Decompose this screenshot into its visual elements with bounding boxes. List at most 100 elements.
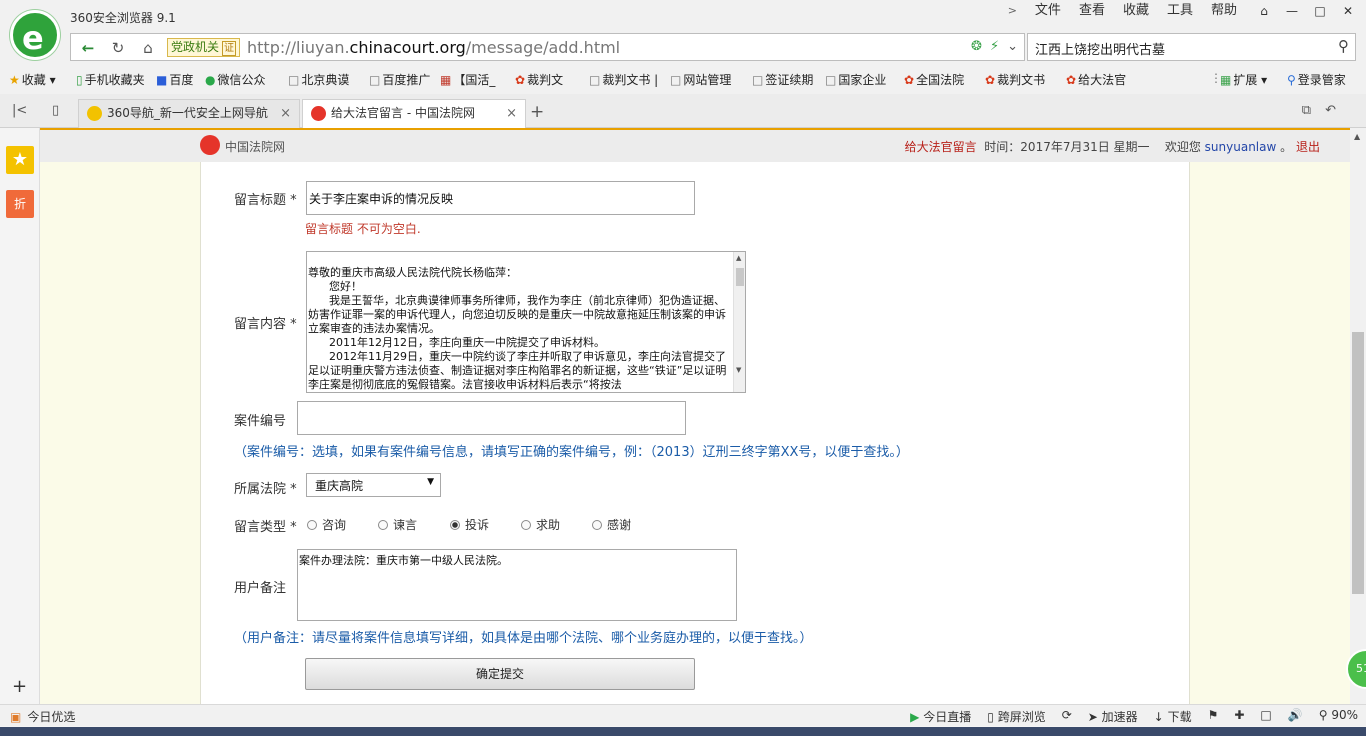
download-button[interactable]: ↓ 下载: [1154, 708, 1192, 725]
scroll-thumb: [1352, 332, 1364, 594]
browser-logo-icon[interactable]: e: [10, 10, 60, 60]
menu-help[interactable]: 帮助: [1202, 3, 1246, 19]
page-content: 中国法院网 给大法官留言 时间：2017年7月31日 星期一 欢迎您 sunyu…: [40, 128, 1350, 704]
submit-button[interactable]: 确定提交: [305, 658, 695, 690]
search-user-icon: ⚲: [1287, 73, 1296, 87]
site-name[interactable]: 中国法院网: [225, 138, 285, 155]
accelerator-button[interactable]: ➤ 加速器: [1088, 708, 1138, 725]
remark-textarea[interactable]: 案件办理法院：重庆市第一中级人民法院。: [297, 549, 737, 621]
bookmarks-bar: ★ 收藏 ▾ ▯ 手机收藏夹 ■ 百度 ● 微信公众 □ 北京典谟 □ 百度推广 ▦ 【国活_…: [0, 64, 1366, 94]
gift-icon: ▣: [10, 710, 22, 724]
window-status-icon[interactable]: □: [1260, 708, 1271, 725]
baidu-icon: ■: [156, 73, 168, 87]
bookmark-judgment-docs[interactable]: □ 裁判文书 |: [589, 71, 658, 88]
bookmark-guohuo[interactable]: ▦ 【国活_: [440, 71, 495, 88]
url-text[interactable]: http://liuyan.chinacourt.org/message/add…: [247, 38, 620, 57]
scroll-up-icon: ▲: [1354, 132, 1361, 141]
live-button[interactable]: ▶ 今日直播: [910, 708, 971, 725]
skin-icon[interactable]: ⌂: [1252, 2, 1276, 20]
title-error: 留言标题 不可为空白.: [305, 222, 421, 236]
content-label: 留言内容 *: [234, 317, 297, 332]
bookmark-mobile[interactable]: ▯ 手机收藏夹: [76, 71, 145, 88]
menu-favorites[interactable]: 收藏: [1114, 3, 1158, 19]
bookmark-favorites[interactable]: ★ 收藏 ▾: [9, 71, 56, 88]
court-label: 所属法院 *: [234, 482, 297, 497]
bookmark-wechat[interactable]: ● 微信公众: [205, 71, 266, 88]
court-select[interactable]: 重庆高院 ▼: [306, 473, 441, 497]
tab-360-nav[interactable]: 360导航_新一代安全上网导航 ×: [78, 99, 300, 128]
tab-chinacourt[interactable]: 给大法官留言 - 中国法院网 ×: [302, 99, 526, 129]
grid-icon: ▦: [1220, 73, 1232, 87]
title-label: 留言标题 *: [234, 193, 297, 208]
home-icon[interactable]: ⌂: [137, 38, 159, 58]
new-tab-button[interactable]: +: [530, 102, 544, 122]
remark-hint: （用户备注：请尽量将案件信息填写详细，如具体是由哪个法院、哪个业务庭办理的，以便…: [234, 631, 813, 646]
restore-tabs-icon[interactable]: ⧉: [1302, 103, 1311, 118]
bookmark-beijing-dianmo[interactable]: □ 北京典谟: [288, 71, 349, 88]
undo-close-icon[interactable]: ↶: [1325, 103, 1336, 118]
tab-bar: |< ▯ 360导航_新一代安全上网导航 × 给大法官留言 - 中国法院网 × …: [0, 94, 1366, 129]
extensions-button[interactable]: ▦ 扩展 ▾: [1220, 71, 1267, 88]
favorites-star-icon[interactable]: ★: [6, 146, 34, 174]
back-arrow-icon[interactable]: ←: [77, 38, 99, 58]
close-window-button[interactable]: ✕: [1336, 2, 1360, 20]
bookmark-visa[interactable]: □ 签证续期: [752, 71, 813, 88]
court-icon: ✿: [1066, 73, 1077, 87]
bookmark-judgment-full[interactable]: ✿ 裁判文书: [985, 71, 1045, 88]
cross-screen-button[interactable]: ▯ 跨屏浏览: [987, 708, 1045, 725]
refresh-status-icon[interactable]: ⟳: [1062, 708, 1072, 725]
sidebar-toggle-icon[interactable]: |<: [12, 103, 27, 118]
play-icon: ▶: [910, 710, 920, 724]
page-scrollbar[interactable]: ▲: [1350, 128, 1366, 704]
zoom-level[interactable]: ⚲ 90%: [1319, 708, 1358, 725]
type-radio-complaint[interactable]: 投诉: [450, 516, 489, 533]
gov-badge[interactable]: 党政机关证: [167, 38, 241, 57]
content-textarea[interactable]: 尊敬的重庆市高级人民法院代院长杨临萍： 您好！ 我是王誓华，北京典谟律师事务所律…: [306, 251, 746, 393]
minimize-button[interactable]: —: [1280, 2, 1304, 20]
username[interactable]: sunyuanlaw: [1205, 140, 1277, 154]
discount-bag-icon[interactable]: 折: [6, 190, 34, 218]
flag-status-icon[interactable]: ⚑: [1208, 708, 1219, 725]
refresh-icon[interactable]: ↻: [107, 38, 129, 58]
doc-icon: □: [589, 73, 601, 87]
browser-status-icon[interactable]: ✚: [1234, 708, 1244, 725]
status-tools: ▶ 今日直播 ▯ 跨屏浏览 ⟳ ➤ 加速器 ↓ 下载 ⚑ ✚ □ 🔊 ⚲ 90%: [910, 708, 1358, 725]
volume-icon[interactable]: 🔊: [1288, 708, 1303, 725]
menu-file[interactable]: 文件: [1026, 3, 1070, 19]
logout-link[interactable]: 退出: [1296, 140, 1320, 154]
search-box[interactable]: 江西上饶挖出明代古墓 ⚲: [1027, 33, 1356, 61]
menu-tools[interactable]: 工具: [1158, 3, 1202, 19]
dropdown-chevron-icon[interactable]: ⌄: [1007, 39, 1018, 54]
add-sidebar-icon[interactable]: +: [12, 676, 27, 697]
maximize-button[interactable]: □: [1308, 2, 1332, 20]
bookmark-national-courts[interactable]: ✿ 全国法院: [904, 71, 964, 88]
section-link[interactable]: 给大法官留言: [905, 140, 977, 154]
type-radio-thanks[interactable]: 感谢: [592, 516, 631, 533]
today-picks[interactable]: ▣ 今日优选: [10, 708, 75, 725]
search-input[interactable]: 江西上饶挖出明代古墓: [1035, 39, 1165, 58]
type-radio-advice[interactable]: 谏言: [378, 516, 417, 533]
bookmark-baidu-promo[interactable]: □ 百度推广: [369, 71, 430, 88]
bookmark-justice[interactable]: ✿ 给大法官: [1066, 71, 1126, 88]
site-header: 中国法院网 给大法官留言 时间：2017年7月31日 星期一 欢迎您 sunyu…: [40, 130, 1350, 162]
type-radio-consult[interactable]: 咨询: [307, 516, 346, 533]
menu-view[interactable]: 查看: [1070, 3, 1114, 19]
login-manager-button[interactable]: ⚲ 登录管家: [1287, 71, 1346, 88]
tab-list-icon[interactable]: ▯: [52, 103, 59, 118]
content-scrollbar[interactable]: ▲ ▼: [733, 252, 745, 392]
title-input[interactable]: 关于李庄案申诉的情况反映: [306, 181, 695, 215]
bookmark-baidu[interactable]: ■ 百度: [156, 71, 193, 88]
menu-chevron-icon[interactable]: >: [999, 3, 1026, 19]
os-taskbar: [0, 727, 1366, 736]
bookmark-enterprise[interactable]: □ 国家企业: [825, 71, 886, 88]
close-tab-icon[interactable]: ×: [280, 100, 291, 127]
search-icon[interactable]: ⚲: [1338, 37, 1349, 55]
tab-tools: ⧉ ↶: [1302, 103, 1336, 118]
close-tab-icon[interactable]: ×: [506, 100, 517, 127]
address-bar[interactable]: ← ↻ ⌂ 党政机关证 http://liuyan.chinacourt.org…: [70, 33, 1025, 61]
bookmark-judgment-short[interactable]: ✿ 裁判文: [515, 71, 563, 88]
case-number-input[interactable]: [297, 401, 686, 435]
type-radio-help[interactable]: 求助: [521, 516, 560, 533]
speed-mode-icon[interactable]: ⚡: [990, 39, 999, 54]
bookmark-site-admin[interactable]: □ 网站管理: [670, 71, 731, 88]
